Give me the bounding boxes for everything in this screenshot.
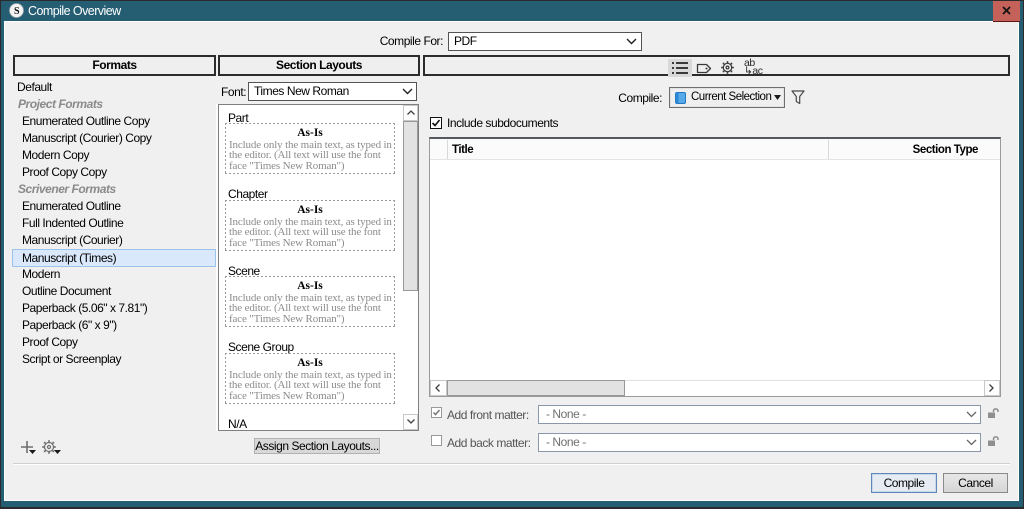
- svg-text:S: S: [14, 6, 20, 17]
